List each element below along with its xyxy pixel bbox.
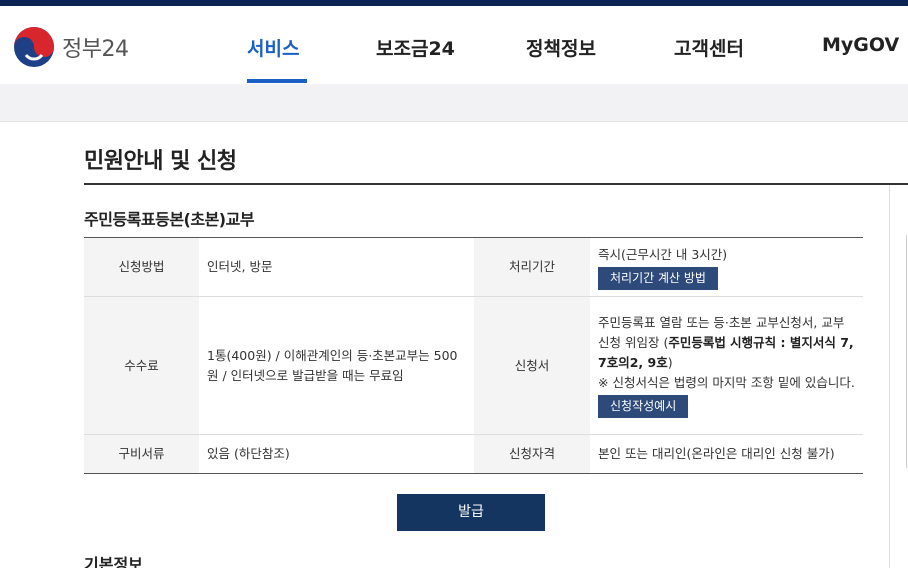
application-form-label: 신청서 (474, 296, 590, 435)
nav-policy-info[interactable]: 정책정보 (526, 34, 596, 61)
nav-subsidy24[interactable]: 보조금24 (376, 34, 455, 61)
application-form-cell: 주민등록표 열람 또는 등·초본 교부신청서, 교부 신청 위임장 (주민등록법… (590, 296, 863, 435)
nav-service[interactable]: 서비스 (247, 34, 299, 61)
basic-info-heading: 기본정보 (84, 555, 143, 568)
eligibility-label: 신청자격 (474, 434, 590, 474)
breadcrumb-band (0, 84, 908, 122)
document-title: 주민등록표등본(초본)교부 (84, 210, 255, 229)
page-title: 민원안내 및 신청 (84, 149, 237, 174)
application-form-value: 주민등록표 열람 또는 등·초본 교부신청서, 교부 신청 위임장 (주민등록법… (598, 313, 855, 373)
form-note: ※ 신청서식은 법령의 마지막 조항 밑에 있습니다. (598, 375, 855, 390)
table-row: 신청방법 인터넷, 방문 처리기간 즉시(근무시간 내 3시간) 처리기간 계산… (84, 237, 863, 297)
civil-service-info-table: 신청방법 인터넷, 방문 처리기간 즉시(근무시간 내 3시간) 처리기간 계산… (84, 237, 863, 474)
site-header: 정부24 서비스 보조금24 정책정보 고객센터 MyGOV (0, 6, 908, 84)
form-example-button[interactable]: 신청작성예시 (598, 395, 689, 418)
title-divider (84, 183, 908, 185)
apply-method-value: 인터넷, 방문 (207, 259, 273, 274)
form-text-end: ) (667, 355, 673, 370)
table-row: 수수료 1통(400원) / 이해관계인의 등·초본교부는 500원 / 인터넷… (84, 296, 863, 435)
required-docs-label: 구비서류 (84, 434, 199, 474)
table-row: 구비서류 있음 (하단참조) 신청자격 본인 또는 대리인(온라인은 대리인 신… (84, 434, 863, 474)
processing-period-value: 즉시(근무시간 내 3시간) (598, 246, 728, 262)
nav-active-indicator (247, 79, 307, 83)
required-docs-value: 있음 (하단참조) (199, 434, 474, 474)
issue-button[interactable]: 발급 (397, 494, 545, 531)
apply-method-label: 신청방법 (84, 237, 199, 297)
main-nav: 서비스 보조금24 정책정보 고객센터 MyGOV (0, 6, 908, 84)
fee-value: 1통(400원) / 이해관계인의 등·초본교부는 500원 / 인터넷으로 발… (199, 296, 474, 435)
processing-period-label: 처리기간 (474, 237, 590, 297)
fee-label: 수수료 (84, 296, 199, 435)
nav-mygov[interactable]: MyGOV (822, 34, 899, 56)
processing-calc-button[interactable]: 처리기간 계산 방법 (598, 266, 718, 290)
eligibility-value: 본인 또는 대리인(온라인은 대리인 신청 불가) (590, 434, 863, 474)
nav-customer-center[interactable]: 고객센터 (674, 34, 744, 61)
processing-period-cell: 즉시(근무시간 내 3시간) 처리기간 계산 방법 (590, 238, 863, 297)
